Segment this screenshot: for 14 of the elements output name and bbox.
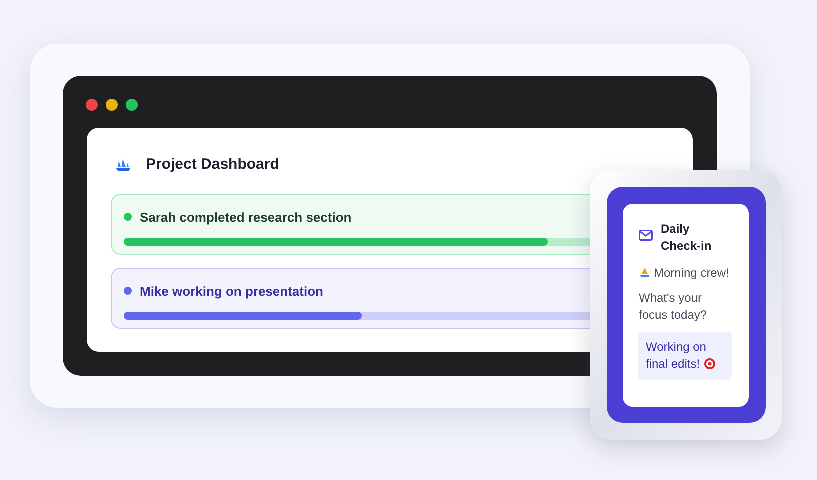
greeting-text: Morning crew! — [654, 266, 730, 280]
question-text: What's your focus today? — [639, 290, 708, 324]
window-control[interactable] — [86, 99, 98, 111]
target-icon — [704, 358, 716, 370]
sailboat-icon — [639, 267, 651, 278]
checkin-title: Daily Check-in — [661, 221, 713, 255]
ship-icon — [115, 158, 132, 172]
window-control[interactable] — [106, 99, 118, 111]
reply-text: Working on final edits! — [646, 340, 706, 371]
activity-text: Mike working on presentation — [140, 282, 324, 301]
mail-icon — [639, 230, 653, 241]
window-control[interactable] — [126, 99, 138, 111]
dashboard-title: Project Dashboard — [146, 155, 280, 175]
activity-text: Sarah completed research section — [140, 208, 352, 227]
